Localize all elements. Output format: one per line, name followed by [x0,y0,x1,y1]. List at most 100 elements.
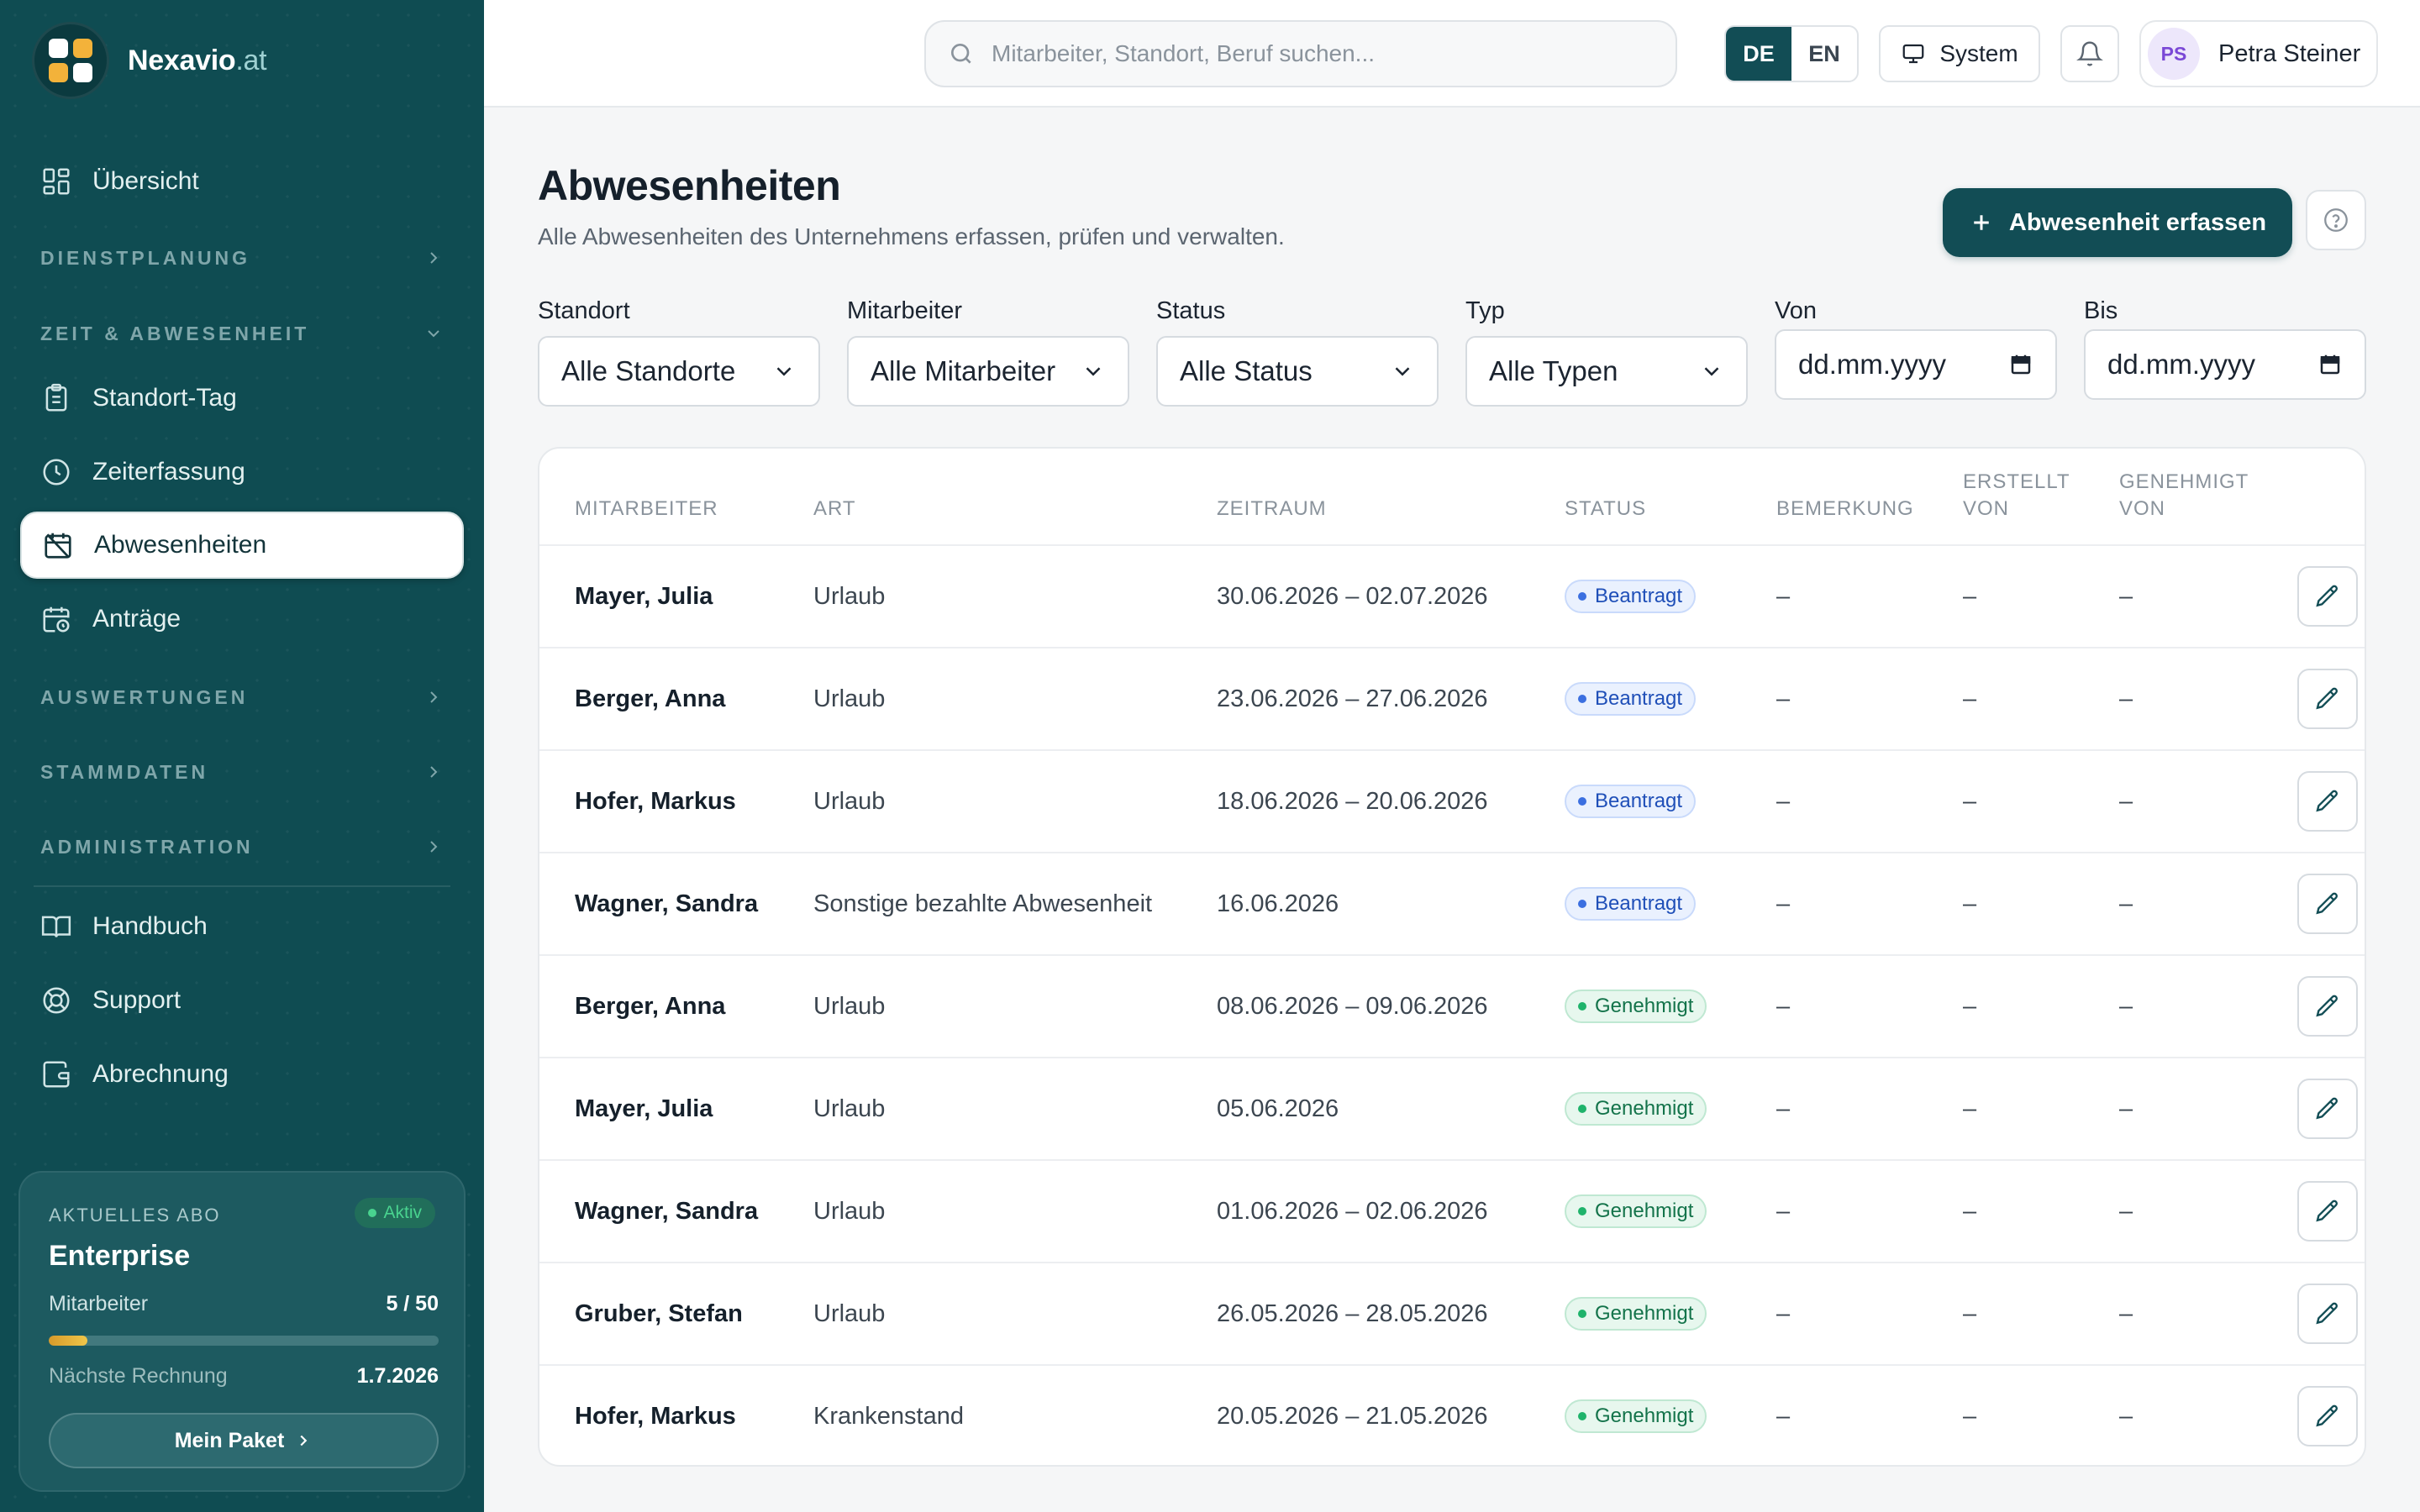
nav-group-label: STAMMDATEN [40,760,209,783]
column-header-bemerkung[interactable]: BEMERKUNG [1776,496,1914,522]
column-header-status[interactable]: STATUS [1565,496,1646,522]
help-button[interactable] [2306,190,2366,250]
chevron-down-icon [776,367,792,376]
sidebar-item-antraege[interactable]: Anträge [20,585,464,653]
cell-mitarbeiter: Berger, Anna [575,685,726,712]
add-absence-button[interactable]: Abwesenheit erfassen [1943,188,2292,257]
sidebar-item-label: Zeiterfassung [92,458,245,486]
status-badge: Genehmigt [1565,1092,1707,1126]
column-header-mitarbeiter[interactable]: MITARBEITER [575,496,718,522]
column-header-genehmigt-von[interactable]: GENEHMIGT VON [2119,469,2249,522]
chevron-down-icon [428,330,439,338]
theme-system-button[interactable]: System [1879,25,2040,82]
sidebar-item-zeiterfassung[interactable]: Zeiterfassung [20,438,464,506]
filter-bis-date[interactable]: dd.mm.yyyy [2084,329,2366,400]
edit-button[interactable] [2297,771,2358,832]
cell-zeitraum: 16.06.2026 [1217,890,1339,917]
table-row[interactable]: Hofer, Markus Krankenstand 20.05.2026 – … [539,1364,2365,1465]
chevron-right-icon [430,691,438,703]
filter-typ-select[interactable]: Alle Typen [1465,336,1748,407]
sidebar-item-uebersicht[interactable]: Übersicht [20,148,464,215]
column-header-zeitraum[interactable]: ZEITRAUM [1217,496,1327,522]
filter-standort-value: Alle Standorte [561,355,736,386]
edit-button[interactable] [2297,1284,2358,1344]
calendar-clock-icon [43,606,70,633]
cell-status: Genehmigt [1565,1161,1707,1262]
edit-button[interactable] [2297,1386,2358,1446]
filter-status-label: Status [1156,297,1226,324]
table-row[interactable]: Mayer, Julia Urlaub 30.06.2026 – 02.07.2… [539,544,2365,647]
page-title: Abwesenheiten [538,162,841,209]
cell-zeitraum: 08.06.2026 – 09.06.2026 [1217,992,1488,1020]
cell-status: Genehmigt [1565,1058,1707,1159]
sidebar-item-standort-tag[interactable]: Standort-Tag [20,365,464,432]
nav-group-dienstplanung[interactable]: DIENSTPLANUNG [40,241,444,275]
edit-button[interactable] [2297,1181,2358,1242]
theme-system-label: System [1939,40,2018,66]
sidebar-item-handbuch[interactable]: Handbuch [20,893,464,960]
filter-mitarbeiter-select[interactable]: Alle Mitarbeiter [847,336,1129,407]
edit-button[interactable] [2297,976,2358,1037]
column-header-art[interactable]: ART [813,496,856,522]
clock-icon [43,459,70,486]
table-row[interactable]: Hofer, Markus Urlaub 18.06.2026 – 20.06.… [539,749,2365,852]
lang-de-button[interactable]: DE [1726,27,1791,81]
notifications-button[interactable] [2060,25,2119,82]
table-row[interactable]: Gruber, Stefan Urlaub 26.05.2026 – 28.05… [539,1262,2365,1364]
chevron-down-icon [1704,367,1719,376]
chevron-down-icon [1086,367,1101,376]
column-header-erstellt-von[interactable]: ERSTELLT VON [1963,469,2070,522]
grid-icon [43,168,70,195]
table-row[interactable]: Wagner, Sandra Sonstige bezahlte Abwesen… [539,852,2365,954]
pencil-icon [2316,892,2338,915]
table-body: Mayer, Julia Urlaub 30.06.2026 – 02.07.2… [539,544,2365,1465]
sidebar-item-label: Übersicht [92,167,199,195]
table-row[interactable]: Wagner, Sandra Urlaub 01.06.2026 – 02.06… [539,1159,2365,1262]
sidebar-item-abrechnung[interactable]: Abrechnung [20,1041,464,1108]
edit-button[interactable] [2297,669,2358,729]
table-row[interactable]: Mayer, Julia Urlaub 05.06.2026 Genehmigt… [539,1057,2365,1159]
pencil-icon [2316,790,2338,812]
filter-standort-select[interactable]: Alle Standorte [538,336,820,407]
table-row[interactable]: Berger, Anna Urlaub 08.06.2026 – 09.06.2… [539,954,2365,1057]
filter-bis-value: dd.mm.yyyy [2107,349,2256,380]
edit-button[interactable] [2297,566,2358,627]
cell-genehmigt-von: – [2119,1299,2133,1327]
filter-von-date[interactable]: dd.mm.yyyy [1775,329,2057,400]
cell-erstellt-von: – [1963,1197,1977,1225]
cell-genehmigt-von: – [2119,685,2133,712]
language-switch: DE EN [1724,25,1859,82]
filter-von-label: Von [1775,297,1817,324]
brand[interactable]: Nexavio.at [32,22,267,99]
table-row[interactable]: Berger, Anna Urlaub 23.06.2026 – 27.06.2… [539,647,2365,749]
sidebar-item-support[interactable]: Support [20,967,464,1034]
cell-mitarbeiter: Hofer, Markus [575,1402,736,1430]
plan-card: AKTUELLES ABO Aktiv Enterprise Mitarbeit… [18,1171,466,1492]
cell-status: Beantragt [1565,546,1697,647]
sidebar-item-abwesenheiten[interactable]: Abwesenheiten [20,512,464,579]
cell-art: Urlaub [813,787,886,815]
search-input[interactable] [992,40,1647,67]
cell-art: Urlaub [813,1299,886,1327]
status-badge: Genehmigt [1565,1194,1707,1228]
filter-status-select[interactable]: Alle Status [1156,336,1439,407]
nav-group-administration[interactable]: ADMINISTRATION [40,830,444,864]
sidebar: Nexavio.at Übersicht DIENSTPLANUNG ZEIT … [0,0,484,1512]
user-menu-button[interactable]: PS Petra Steiner [2139,20,2378,87]
lang-en-button[interactable]: EN [1791,27,1857,81]
cell-mitarbeiter: Wagner, Sandra [575,1197,759,1225]
user-name: Petra Steiner [2218,39,2361,67]
cell-zeitraum: 26.05.2026 – 28.05.2026 [1217,1299,1488,1327]
search-box[interactable] [924,20,1677,87]
nav-group-stammdaten[interactable]: STAMMDATEN [40,755,444,789]
edit-button[interactable] [2297,874,2358,934]
cell-bemerkung: – [1776,1299,1791,1327]
edit-button[interactable] [2297,1079,2358,1139]
my-plan-button[interactable]: Mein Paket [49,1413,439,1468]
cell-status: Beantragt [1565,853,1697,954]
cell-art: Sonstige bezahlte Abwesenheit [813,890,1153,917]
nav-group-zeit-abwesenheit[interactable]: ZEIT & ABWESENHEIT [40,317,444,350]
nav-group-auswertungen[interactable]: AUSWERTUNGEN [40,680,444,714]
status-badge: Beantragt [1565,785,1697,818]
cell-erstellt-von: – [1963,787,1977,815]
